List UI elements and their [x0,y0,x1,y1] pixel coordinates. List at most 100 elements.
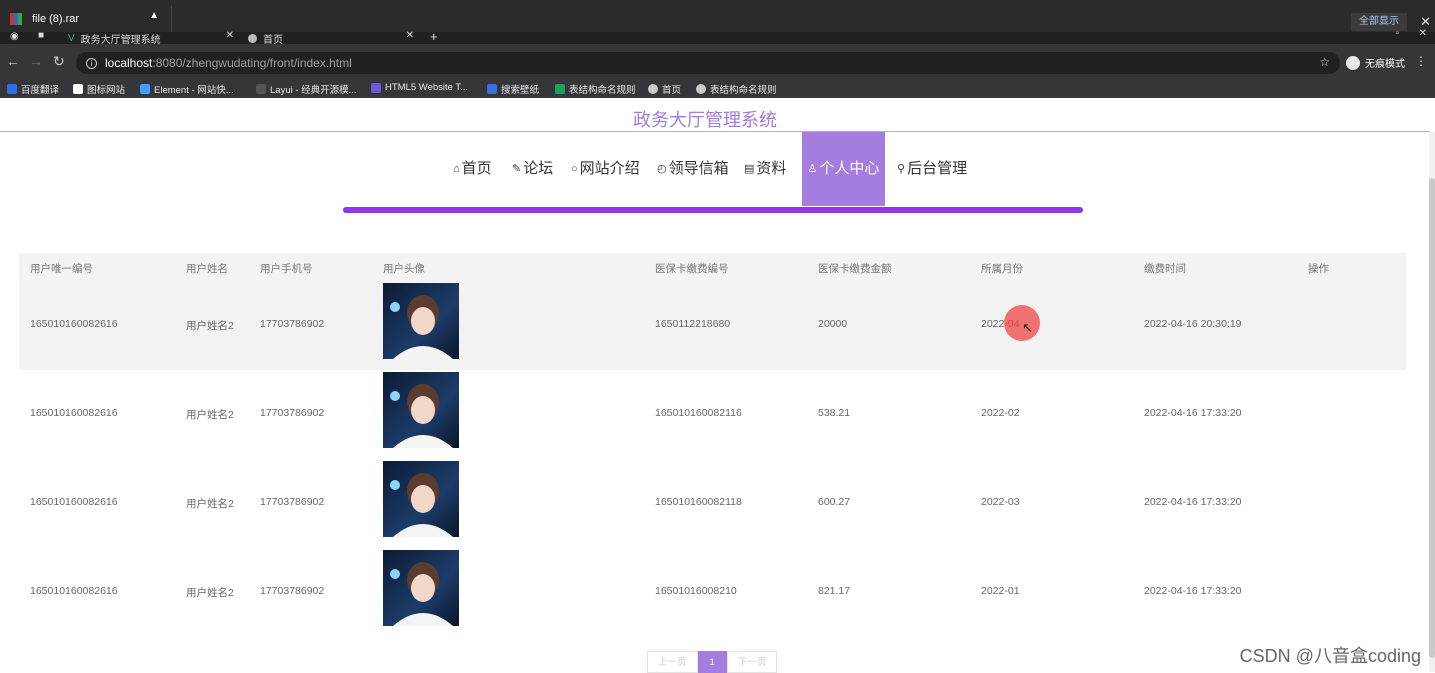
table-row[interactable]: 165010160082616 用户姓名2 17703786902 165010… [19,370,1406,459]
incognito-label: 无痕模式 [1365,59,1405,70]
card-payment-no-cell: 1650112218680 [655,318,731,330]
bookmark-item[interactable]: 搜索壁纸 [487,82,539,96]
layui-icon [256,84,266,94]
phone-cell: 17703786902 [260,496,325,508]
url-path: :8080/zhengwudating/front/index.html [152,56,352,70]
bookmark-label: Element - 网站快... [154,85,234,96]
table-row[interactable]: 165010160082616 用户姓名2 17703786902 165010… [19,459,1406,548]
table-row[interactable]: 165010160082616 用户姓名2 17703786902 165010… [19,548,1406,637]
tab-home[interactable]: 首页 ✕ [248,30,414,46]
bookmark-item[interactable]: 百度翻译 [7,82,59,96]
incognito-indicator[interactable]: 无痕模式 [1346,55,1405,70]
column-header: 缴费时间 [1144,263,1186,275]
clock-icon: ◴ [657,163,667,175]
url-host: localhost [105,56,153,70]
download-item[interactable]: file (8).rar ▲ [0,6,172,32]
avatar-portrait [390,473,453,537]
wallpaper-icon [487,84,497,94]
bookmark-item[interactable]: 首页 [648,82,681,96]
nav-home[interactable]: ⌂ 首页 [453,132,492,206]
user-id-cell: 165010160082616 [30,318,118,330]
nav-label: 后台管理 [907,160,968,177]
nav-forum[interactable]: ✎ 论坛 [512,132,553,206]
window-close-icon[interactable]: ✕ [1419,28,1427,39]
chevron-up-icon[interactable]: ▲ [149,10,159,21]
nav-label: 个人中心 [819,160,880,177]
browser-window: file (8).rar ▲ 全部显示 ✕ ◉ ■ V 政务大厅管理系统 ✕ 首… [0,0,1435,673]
reload-icon[interactable]: ↻ [53,53,65,70]
download-bar: file (8).rar ▲ 全部显示 ✕ [0,0,1435,32]
month-cell: 2022-01 [981,585,1020,597]
tab-close-icon[interactable]: ✕ [226,30,234,41]
window-maximize-icon[interactable]: ▫ [1395,28,1399,39]
table-row[interactable]: 165010160082616 用户姓名2 17703786902 165011… [19,281,1406,370]
nav-label: 资料 [756,160,787,177]
prev-page-button[interactable]: 上一页 [647,651,698,673]
document-icon: ▤ [744,163,755,175]
bookmark-item[interactable]: HTML5 Website T... [371,82,468,93]
payment-time-cell: 2022-04-16 17:33:20 [1144,585,1242,597]
month-cell: 2022-03 [981,496,1020,508]
window-menu-icon[interactable]: ■ [38,30,44,41]
nav-label: 网站介绍 [579,160,640,177]
bookmark-label: 首页 [662,85,682,96]
page-1-button[interactable]: 1 [697,651,727,673]
avatar [383,283,459,359]
bookmark-item[interactable]: Element - 网站快... [140,82,234,96]
nav-personal-center[interactable]: ♙ 个人中心 [802,132,885,206]
new-tab-icon[interactable]: + [430,29,438,44]
nav-materials[interactable]: ▤ 资料 [744,132,786,206]
amount-cell: 538.21 [818,407,851,419]
amount-cell: 821.17 [818,585,851,597]
toolbar: ← → ↻ i localhost:8080/zhengwudating/fro… [0,44,1435,78]
user-name-cell: 用户姓名2 [186,409,234,421]
download-file-name: file (8).rar [32,13,80,25]
avatar [383,550,459,626]
phone-cell: 17703786902 [260,318,325,330]
avatar-portrait [390,562,453,626]
avatar-portrait [390,295,453,359]
nav-underline [343,207,1083,213]
nav-label: 领导信箱 [668,160,729,177]
back-icon[interactable]: ← [6,53,20,69]
tag-icon: ✎ [512,163,522,175]
tab-admin[interactable]: V 政务大厅管理系统 ✕ [68,30,234,46]
phone-cell: 17703786902 [260,407,325,419]
forward-icon[interactable]: → [29,53,43,69]
vue-icon: V [68,32,75,44]
site-title: 政务大厅管理系统 [633,110,777,130]
flag-icon [73,84,83,94]
element-icon [140,84,150,94]
month-cell: 2022-02 [981,407,1020,419]
bookmark-item[interactable]: 表结构命名规则 [696,82,777,96]
translate-icon [7,84,17,94]
bookmark-star-icon[interactable]: ☆ [1319,55,1330,69]
address-bar[interactable]: i localhost:8080/zhengwudating/front/ind… [76,52,1340,74]
nav-mailbox[interactable]: ◴ 领导信箱 [657,132,729,206]
column-header: 医保卡缴费编号 [655,263,729,275]
amount-cell: 20000 [818,318,848,330]
nav-about[interactable]: ○ 网站介绍 [571,132,640,206]
column-header: 医保卡缴费金额 [818,263,892,275]
bookmark-label: 搜索壁纸 [501,85,540,96]
sheets-icon [555,84,565,94]
avatar-portrait [390,384,453,448]
bookmark-item[interactable]: Layui - 经典开源模... [256,82,357,96]
watermark: CSDN @八音盒coding [1239,646,1421,666]
card-payment-no-cell: 165010160082118 [655,496,742,508]
next-page-button[interactable]: 下一页 [726,651,778,673]
scrollbar-thumb[interactable] [1429,178,1435,658]
card-payment-no-cell: 165010160082116 [655,407,742,419]
info-icon[interactable]: i [86,57,97,69]
scrollbar[interactable] [1429,132,1435,672]
tab-close-icon[interactable]: ✕ [406,30,414,41]
link-icon: ⚲ [897,163,906,175]
globe-icon [648,84,658,94]
globe-icon [696,84,706,94]
payment-time-cell: 2022-04-16 17:33:20 [1144,496,1242,508]
nav-admin[interactable]: ⚲ 后台管理 [897,132,967,206]
column-header: 所属月份 [981,263,1023,275]
bookmark-item[interactable]: 表结构命名规则 [555,82,636,96]
bookmark-item[interactable]: 图标网站 [73,82,125,96]
more-menu-icon[interactable]: ⋮ [1415,54,1427,68]
